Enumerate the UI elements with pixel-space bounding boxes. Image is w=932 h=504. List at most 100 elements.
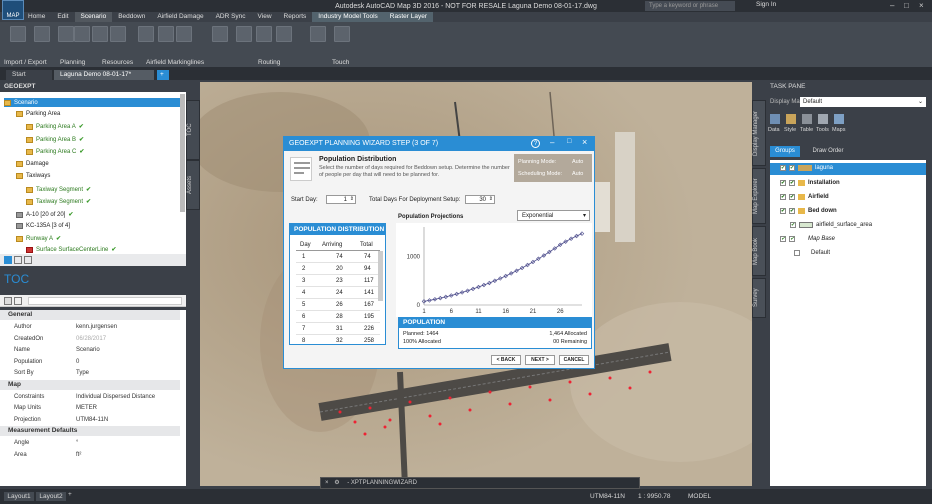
start-day-stepper[interactable]: 1 ⇕ <box>326 195 356 204</box>
model-space-button[interactable]: MODEL <box>688 493 711 500</box>
tree-item-damage[interactable]: Damage <box>16 161 49 167</box>
tab-groups[interactable]: Groups <box>770 146 800 157</box>
layer-bed-down[interactable]: ✔ ✔ Bed down <box>780 208 837 214</box>
maps-icon[interactable] <box>834 114 844 124</box>
back-button[interactable]: < BACK <box>491 355 521 365</box>
layer-checkbox[interactable]: ✔ <box>780 208 786 214</box>
minimize-icon[interactable]: – <box>550 138 554 147</box>
tools-icon[interactable] <box>818 114 828 124</box>
close-icon[interactable]: × <box>582 137 587 147</box>
add-layout-icon[interactable]: + <box>68 491 72 498</box>
layer-checkbox[interactable]: ✔ <box>789 194 795 200</box>
list-view-icon[interactable] <box>14 256 22 264</box>
maximize-icon[interactable]: □ <box>904 1 909 10</box>
side-tab-display-manager[interactable]: Display Manager <box>752 100 766 166</box>
tree-item-parking-area-c[interactable]: Parking Area C ✔ <box>26 148 84 155</box>
property-row[interactable]: Name Scenario <box>0 345 180 356</box>
tree-scrollbar[interactable] <box>180 94 185 212</box>
table-row[interactable]: 8 32 258 <box>296 335 380 344</box>
app-logo[interactable]: MAP <box>2 0 24 20</box>
tab-draw-order[interactable]: Draw Order <box>806 146 850 157</box>
stepper-arrows-icon[interactable]: ⇕ <box>350 195 354 203</box>
ribbon-tab[interactable]: Beddown <box>112 12 151 22</box>
ribbon-button[interactable] <box>236 26 252 42</box>
style-icon[interactable] <box>786 114 796 124</box>
ribbon-tab[interactable]: Industry Model Tools <box>312 12 384 22</box>
layer-airfield-surface-area[interactable]: ✔ airfield_surface_area <box>790 222 872 228</box>
ribbon-tab[interactable]: Edit <box>51 12 74 22</box>
tab-layout2[interactable]: Layout2 <box>36 492 66 501</box>
ribbon-button[interactable] <box>74 26 90 42</box>
categorized-icon[interactable] <box>4 297 12 305</box>
property-row[interactable]: Constraints Individual Dispersed Distance <box>0 392 180 403</box>
ribbon-button[interactable] <box>110 26 126 42</box>
layer-installation[interactable]: ✔ ✔ Installation <box>780 180 840 186</box>
property-category[interactable]: Map <box>0 379 180 390</box>
ribbon-button[interactable] <box>256 26 272 42</box>
map-scale[interactable]: 1 : 9950.78 <box>638 493 671 500</box>
property-row[interactable]: Area ft² <box>0 450 180 461</box>
table-row[interactable]: 7 31 226 <box>296 323 380 335</box>
table-icon[interactable] <box>802 114 812 124</box>
side-tab-map-explorer[interactable]: Map Explorer <box>752 168 766 224</box>
ribbon-button[interactable] <box>10 26 26 42</box>
layer-checkbox[interactable]: ✔ <box>789 180 795 186</box>
tree-item-parking-area-a[interactable]: Parking Area A ✔ <box>26 123 84 130</box>
cancel-button[interactable]: CANCEL <box>559 355 589 365</box>
close-icon[interactable]: × <box>919 1 924 10</box>
projection-type-select[interactable]: Exponential ▾ <box>517 210 590 221</box>
property-row[interactable]: Author kenn.jurgensen <box>0 322 180 333</box>
ribbon-button[interactable] <box>310 26 326 42</box>
maximize-icon[interactable]: □ <box>567 138 571 145</box>
layer-checkbox[interactable]: ✔ <box>780 236 786 242</box>
property-row[interactable]: Angle ° <box>0 438 180 449</box>
next-button[interactable]: NEXT > <box>525 355 555 365</box>
ribbon-button[interactable] <box>334 26 350 42</box>
ribbon-tab[interactable]: Home <box>22 12 51 22</box>
ribbon-tab[interactable]: Reports <box>278 12 313 22</box>
coordinate-system[interactable]: UTM84-11N <box>590 493 625 500</box>
tab-layout1[interactable]: Layout1 <box>4 492 34 501</box>
tree-item-a10[interactable]: A-10 [20 of 20] ✔ <box>16 211 73 218</box>
ribbon-button[interactable] <box>212 26 228 42</box>
filter-icon[interactable] <box>24 256 32 264</box>
layer-checkbox[interactable]: ✔ <box>789 208 795 214</box>
wrench-icon[interactable]: ⚙ <box>334 480 339 486</box>
tab-start[interactable]: Start <box>6 70 52 80</box>
tab-drawing[interactable]: Laguna Demo 08-01-17* <box>54 70 154 80</box>
table-scrollbar[interactable] <box>378 251 383 301</box>
ribbon-button[interactable] <box>176 26 192 42</box>
new-tab-icon[interactable]: + <box>157 70 169 80</box>
tree-item-scenario[interactable]: Scenario <box>4 98 182 107</box>
layer-map-base[interactable]: ✔ ✔ Map Base <box>780 236 835 242</box>
command-line[interactable]: × ⚙ - XPTPLANNINGWIZARD <box>320 477 640 489</box>
property-row[interactable]: CreatedOn 06/28/2017 <box>0 334 180 345</box>
property-category[interactable]: Measurement Defaults <box>0 426 180 436</box>
table-row[interactable]: 1 74 74 <box>296 251 380 263</box>
side-tab-assets[interactable]: Assets <box>186 160 200 210</box>
ribbon-button[interactable] <box>276 26 292 42</box>
stepper-arrows-icon[interactable]: ⇕ <box>489 195 493 203</box>
property-row[interactable]: Map Units METER <box>0 403 180 414</box>
sort-az-icon[interactable] <box>14 297 22 305</box>
table-row[interactable]: 6 28 195 <box>296 311 380 323</box>
ribbon-button[interactable] <box>92 26 108 42</box>
tree-item-kc135a[interactable]: KC-135A [3 of 4] <box>16 223 70 229</box>
data-icon[interactable] <box>770 114 780 124</box>
table-row[interactable]: 5 26 167 <box>296 299 380 311</box>
sign-in-link[interactable]: Sign In <box>756 1 776 8</box>
layer-checkbox[interactable] <box>794 250 800 256</box>
property-row[interactable]: Projection UTM84-11N <box>0 415 180 426</box>
side-tab-survey[interactable]: Survey <box>752 278 766 318</box>
side-tab-map-book[interactable]: Map Book <box>752 226 766 276</box>
property-row[interactable]: Sort By Type <box>0 368 180 379</box>
property-row[interactable]: Population 0 <box>0 357 180 368</box>
tree-item-taxiways[interactable]: Taxiways <box>16 173 50 179</box>
ribbon-tab[interactable]: Scenario <box>74 12 113 22</box>
ribbon-button[interactable] <box>138 26 154 42</box>
tree-item-runway-a[interactable]: Runway A ✔ <box>16 235 61 242</box>
layer-default[interactable]: Default <box>794 250 830 256</box>
close-icon[interactable]: × <box>325 480 329 486</box>
table-row[interactable]: 2 20 94 <box>296 263 380 275</box>
ribbon-tab[interactable]: ADR Sync <box>210 12 252 22</box>
